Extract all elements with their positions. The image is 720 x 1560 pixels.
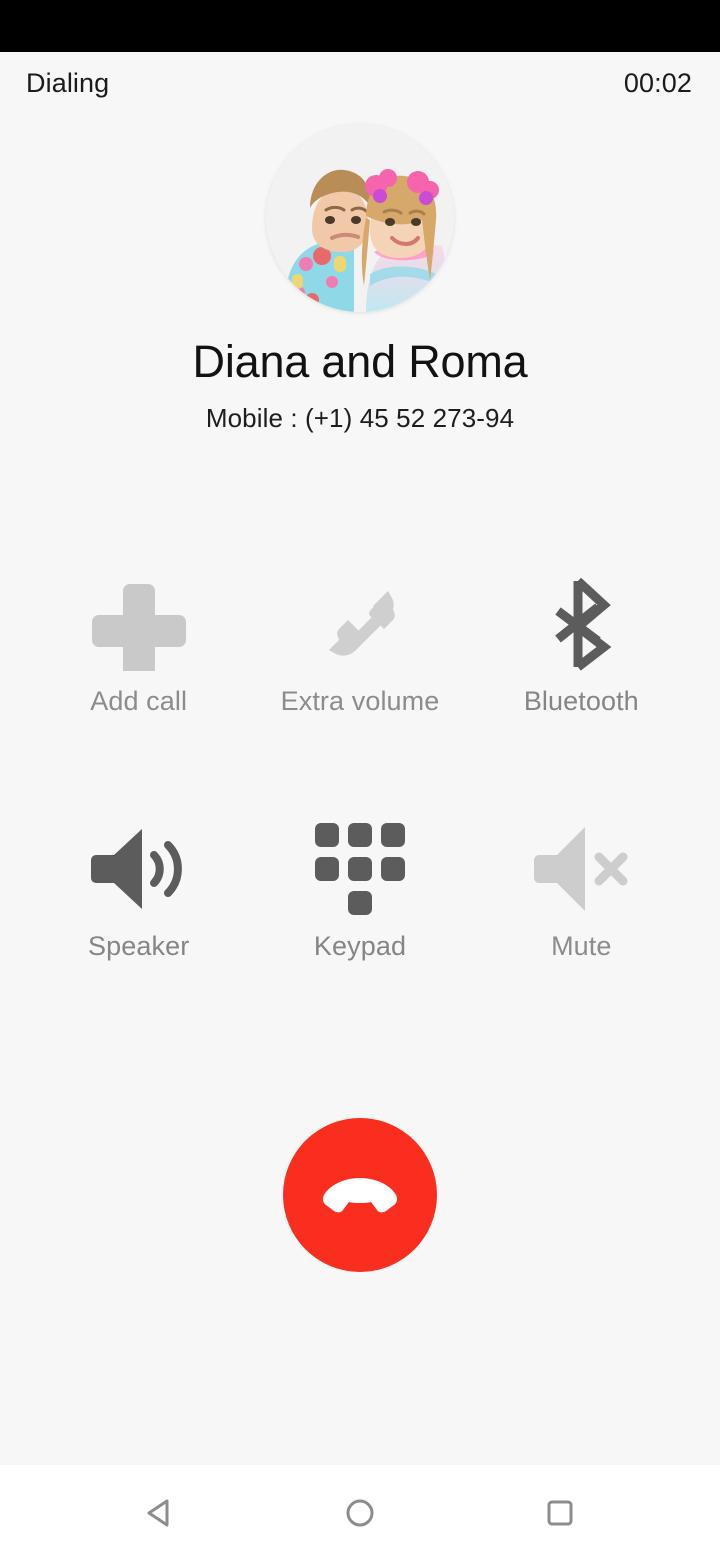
contact-number: Mobile : (+1) 45 52 273-94 xyxy=(205,403,515,434)
mute-icon xyxy=(531,817,631,921)
recents-square-icon xyxy=(547,1500,573,1525)
end-call-button[interactable] xyxy=(283,1117,437,1272)
action-extra-volume[interactable]: Extra volume xyxy=(249,572,470,717)
call-timer: 00:02 xyxy=(623,67,692,98)
back-triangle-icon xyxy=(147,1499,169,1526)
action-label: Mute xyxy=(551,931,612,962)
action-bluetooth[interactable]: Bluetooth xyxy=(471,572,692,717)
speaker-on-icon xyxy=(88,817,190,921)
avatar xyxy=(266,124,454,312)
nav-back-button[interactable] xyxy=(114,1478,206,1548)
action-speaker[interactable]: Speaker xyxy=(28,817,249,962)
nav-recents-button[interactable] xyxy=(514,1478,606,1548)
end-call-handset-icon xyxy=(322,1177,398,1213)
contact-photo-two-children-icon xyxy=(266,124,454,312)
call-header: Dialing 00:02 xyxy=(0,52,720,114)
action-label: Extra volume xyxy=(280,686,440,717)
plus-icon xyxy=(91,572,186,676)
action-label: Add call xyxy=(90,686,188,717)
status-bar xyxy=(0,0,720,52)
dialpad-icon xyxy=(311,817,409,921)
call-screen: Dialing 00:02 Diana and Roma Mobile: (+… xyxy=(0,0,720,1560)
android-navigation-bar xyxy=(0,1465,720,1560)
contact-block: Diana and Roma Mobile : (+1) 45 52 273-9… xyxy=(0,114,720,434)
action-add-call[interactable]: Add call xyxy=(28,572,249,717)
action-label: Keypad xyxy=(313,931,407,962)
action-label: Speaker xyxy=(88,931,190,962)
call-state-label: Dialing xyxy=(26,67,110,98)
action-label: Bluetooth xyxy=(523,686,639,717)
home-circle-icon xyxy=(346,1499,374,1526)
call-actions-grid: Add call Extra volume Bluetooth Speaker … xyxy=(0,572,720,962)
nav-home-button[interactable] xyxy=(314,1478,406,1548)
bluetooth-icon xyxy=(536,572,626,676)
contact-name: Diana and Roma xyxy=(192,336,528,387)
action-keypad[interactable]: Keypad xyxy=(249,817,470,962)
action-mute[interactable]: Mute xyxy=(471,817,692,962)
end-call-area xyxy=(0,962,720,1465)
handset-volume-icon xyxy=(312,572,408,676)
